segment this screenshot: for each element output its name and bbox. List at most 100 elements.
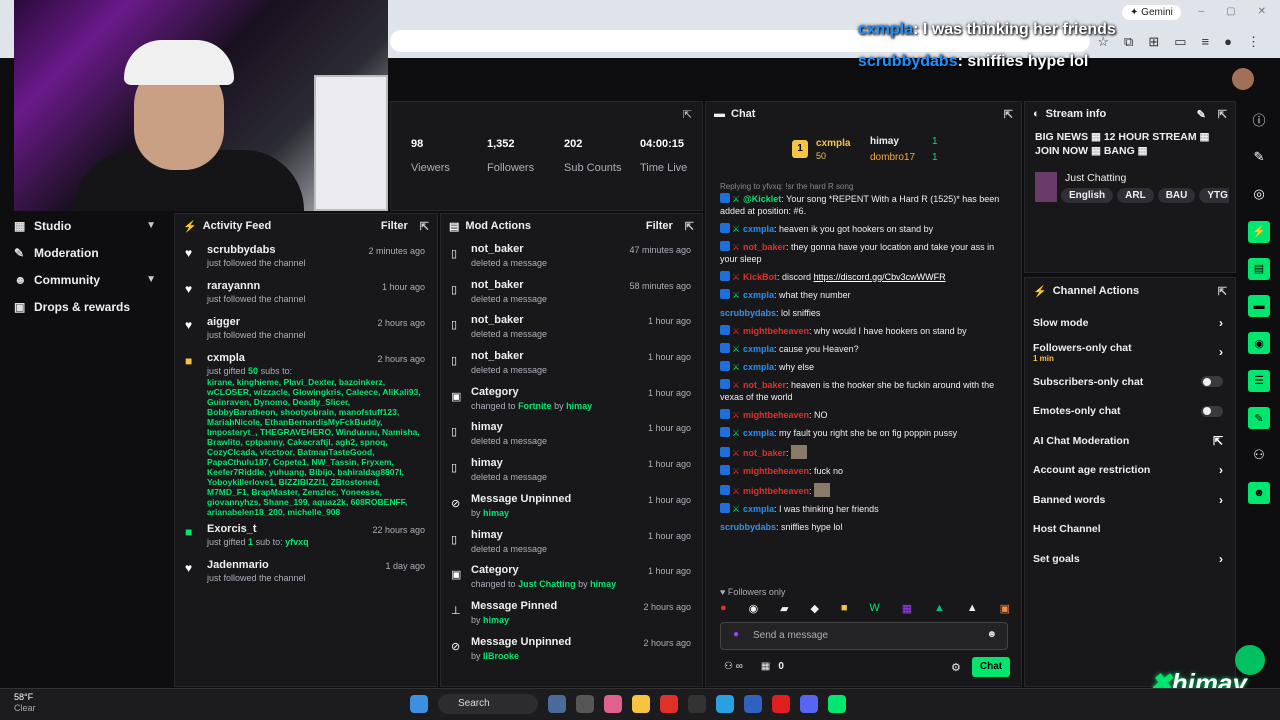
profile-icon[interactable]: ● <box>1224 34 1232 50</box>
channel-action-item[interactable]: Account age restriction › <box>1025 456 1235 486</box>
app-icon[interactable] <box>576 695 594 713</box>
info-icon[interactable]: ⓘ <box>1238 101 1280 138</box>
trash-icon: ▯ <box>451 283 458 296</box>
sidebar-item-community[interactable]: ☻ Community ▼ <box>0 266 172 293</box>
emote-icon[interactable]: ◆ <box>810 602 818 615</box>
chrome-icon[interactable] <box>660 695 678 713</box>
chat-message: ⚔ not_baker: they gonna have your locatio… <box>720 241 995 264</box>
verified-badge-icon <box>720 485 730 495</box>
people-icon[interactable]: ⚇ <box>1238 437 1280 474</box>
emote-icon[interactable]: ▣ <box>1000 602 1010 615</box>
folder-icon[interactable] <box>632 695 650 713</box>
kick-icon[interactable] <box>828 695 846 713</box>
followers-only-label: ♥ Followers only <box>720 587 786 597</box>
filter-button[interactable]: Filter <box>381 220 408 232</box>
chat-link[interactable]: https://discord.gg/Cbv3cwWWFR <box>814 272 946 282</box>
cast-icon[interactable]: ▭ <box>1174 34 1186 50</box>
gifter-name: dombro17 <box>870 152 916 163</box>
puzzle-icon[interactable]: ⊞ <box>1148 34 1159 50</box>
minimize-button[interactable]: – <box>1199 6 1205 17</box>
channel-action-item[interactable]: AI Chat Moderation ⇱ <box>1025 426 1235 456</box>
target-icon[interactable]: ◎ <box>1238 176 1280 213</box>
popout-icon[interactable]: ⇱ <box>1218 285 1227 298</box>
edit-icon[interactable]: ✎ <box>1197 108 1206 121</box>
wrench-icon[interactable]: ✎ <box>1238 399 1280 436</box>
weather-widget[interactable]: 58°F Clear <box>14 692 36 714</box>
emoji-icon[interactable]: ☻ <box>986 629 997 640</box>
emote-bar: ● ◉ ▰ ◆ ■ W ▦ ▲ ▲ ▣ <box>720 602 1010 615</box>
users-icon[interactable]: ⚇ ∞ <box>724 661 743 672</box>
emote-icon[interactable]: ▲ <box>934 602 945 615</box>
extension-icon[interactable]: ⧉ <box>1124 34 1133 50</box>
channel-action-item[interactable]: Emotes-only chat <box>1025 397 1235 427</box>
toggle-switch[interactable] <box>1201 376 1223 388</box>
sidebar-item-studio[interactable]: ▦ Studio ▼ <box>0 212 172 239</box>
chat-icon[interactable]: ▬ <box>1238 287 1280 324</box>
youtube-icon[interactable] <box>772 695 790 713</box>
sword-badge-icon: ⚔ <box>732 290 741 300</box>
avatar[interactable] <box>1232 68 1254 90</box>
emote-icon[interactable]: ▰ <box>780 602 788 615</box>
channel-action-item[interactable]: Set goals › <box>1025 544 1235 574</box>
toggle-switch[interactable] <box>1201 405 1223 417</box>
windows-icon[interactable] <box>410 695 428 713</box>
chevron-right-icon: › <box>1219 315 1223 330</box>
taskbar-search[interactable]: Search <box>438 694 538 714</box>
emote-icon[interactable]: W <box>869 602 879 615</box>
tag[interactable]: ARL <box>1117 188 1154 203</box>
bolt-icon[interactable]: ⚡ <box>1238 213 1280 250</box>
chat-send-button[interactable]: Chat <box>972 657 1010 677</box>
list-icon[interactable]: ▤ <box>1238 250 1280 287</box>
more-icon[interactable]: ⋮ <box>1247 34 1260 50</box>
emote-icon[interactable]: ■ <box>841 602 848 615</box>
channel-action-item[interactable]: Followers-only chat 1 min › <box>1025 338 1235 368</box>
sidebar-item-drops[interactable]: ▣ Drops & rewards <box>0 293 172 320</box>
popout-icon[interactable]: ⇱ <box>1004 108 1013 121</box>
popout-icon[interactable]: ⇱ <box>685 220 694 233</box>
mod-action-row: ▯ not_baker deleted a message 47 minutes ag… <box>451 243 691 268</box>
gemini-button[interactable]: ✦ Gemini <box>1122 5 1181 20</box>
app-icon[interactable] <box>548 695 566 713</box>
stack-icon[interactable]: ☰ <box>1238 362 1280 399</box>
sidebar-item-moderation[interactable]: ✎ Moderation <box>0 239 172 266</box>
profile-icon[interactable]: ☻ <box>1238 474 1280 511</box>
activity-feed-header: ⚡ Activity Feed Filter ⇱ <box>175 214 437 238</box>
popout-icon[interactable]: ⇱ <box>1213 434 1223 448</box>
channel-action-item[interactable]: Host Channel <box>1025 515 1235 545</box>
emote-icon[interactable]: ◉ <box>749 602 759 615</box>
tag[interactable]: YTG <box>1199 188 1229 203</box>
maximize-button[interactable]: ▢ <box>1226 6 1235 17</box>
verified-badge-icon <box>720 271 730 281</box>
filter-button[interactable]: Filter <box>646 220 673 232</box>
emote-icon[interactable]: ▦ <box>902 602 912 615</box>
channel-action-item[interactable]: Banned words › <box>1025 485 1235 515</box>
heart-icon: ♥ <box>185 561 193 575</box>
verified-badge-icon <box>720 223 730 233</box>
app-icon[interactable] <box>604 695 622 713</box>
chat-input[interactable]: ● Send a message ☻ <box>720 622 1008 650</box>
popout-icon[interactable]: ⇱ <box>420 220 429 233</box>
mod-actions-panel: ▤ Mod Actions Filter ⇱ ▯ not_baker deleted … <box>440 213 703 687</box>
popout-icon[interactable]: ⇱ <box>683 108 692 121</box>
popout-icon[interactable]: ⇱ <box>1218 108 1227 121</box>
channel-action-item[interactable]: Slow mode › <box>1025 308 1235 338</box>
mic-icon[interactable]: ● <box>733 629 739 640</box>
points-icon[interactable]: ▦ <box>761 661 770 672</box>
store-icon[interactable] <box>744 695 762 713</box>
tag[interactable]: BAU <box>1157 188 1196 203</box>
app-icon[interactable] <box>688 695 706 713</box>
tag[interactable]: English <box>1061 188 1114 203</box>
emote-icon[interactable]: ▲ <box>967 602 978 615</box>
settings-icon[interactable]: ⚙ <box>951 661 961 674</box>
menu-icon[interactable]: ≡ <box>1202 34 1210 50</box>
broadcast-icon[interactable]: ◉ <box>1238 325 1280 362</box>
edge-icon[interactable] <box>716 695 734 713</box>
stats-panel: ⇱ 98 Viewers 1,352 Followers 202 Sub Counts… <box>390 101 703 211</box>
emote-icon[interactable]: ● <box>720 602 727 615</box>
discord-icon[interactable] <box>800 695 818 713</box>
sword-badge-icon: ⚔ <box>732 224 741 234</box>
pencil-icon[interactable]: ✎ <box>1238 138 1280 175</box>
category-icon: ▣ <box>451 569 462 582</box>
close-button[interactable]: ✕ <box>1258 6 1266 17</box>
channel-action-item[interactable]: Subscribers-only chat <box>1025 367 1235 397</box>
